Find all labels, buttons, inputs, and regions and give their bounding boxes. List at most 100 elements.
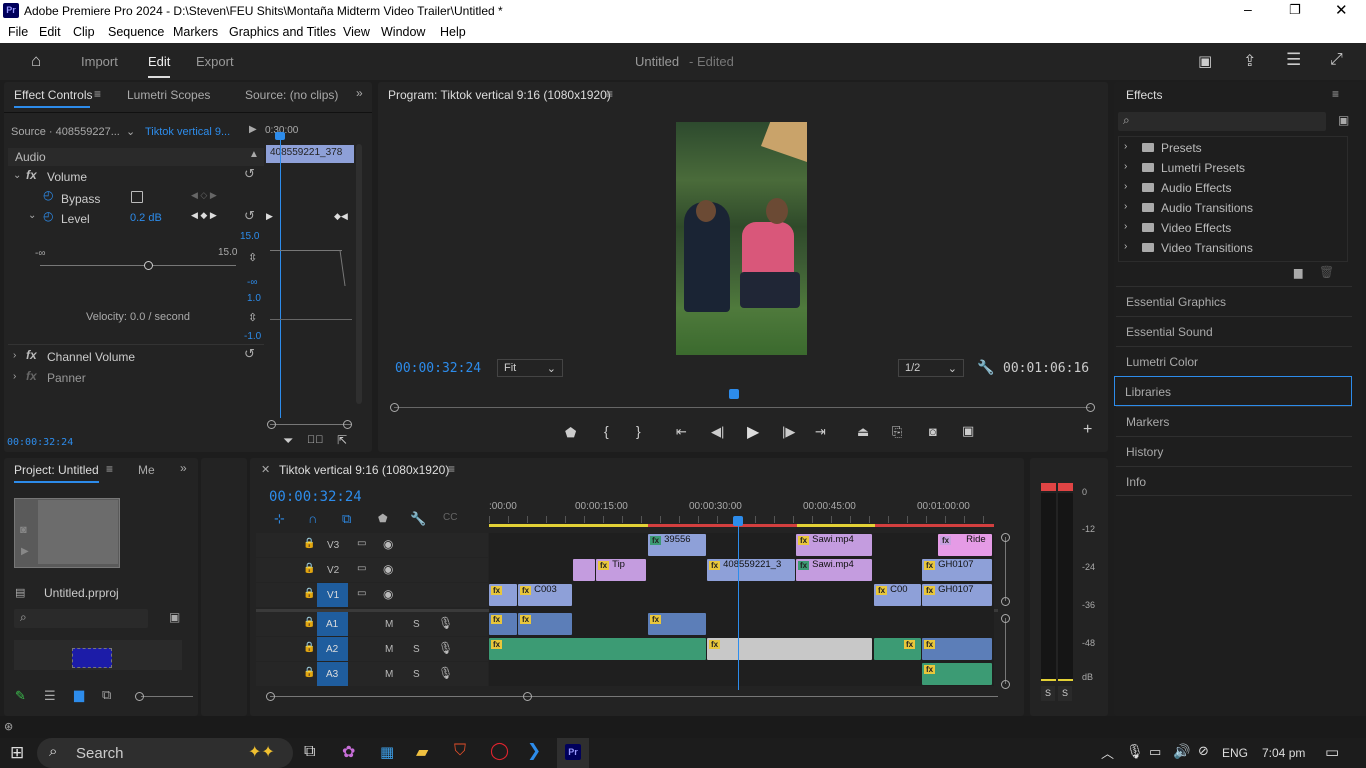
graph-toggle-icon[interactable]: ⇳ — [248, 251, 257, 264]
timeline-hscroll[interactable] — [270, 696, 998, 697]
expand-arrow-icon[interactable]: › — [1124, 241, 1127, 252]
graph-toggle-icon[interactable]: ⇳ — [248, 311, 257, 324]
play-audio-icon[interactable]: ▶⃒ — [307, 434, 324, 446]
clock[interactable]: 7:04 pm — [1262, 746, 1305, 760]
audio-clip-a1-1[interactable]: fx — [489, 613, 517, 635]
chevron-down-icon[interactable]: ⌄ — [126, 125, 135, 138]
scrubber-playhead[interactable] — [729, 389, 739, 399]
scroll-handle-left[interactable] — [267, 420, 276, 429]
solo-button[interactable]: S — [413, 669, 420, 680]
tab-import[interactable]: Import — [81, 54, 118, 69]
tab-media-browser[interactable]: Me — [138, 463, 155, 477]
new-bin-icon[interactable]: ▣ — [169, 610, 180, 624]
effects-folder-audio-transitions[interactable]: Audio Transitions — [1161, 201, 1253, 215]
scroll-handle-top[interactable] — [1001, 614, 1010, 623]
zoom-slider[interactable] — [141, 696, 193, 697]
eye-icon[interactable]: ◉ — [383, 562, 393, 576]
menu-help[interactable]: Help — [440, 25, 466, 39]
mute-button[interactable]: M — [385, 644, 393, 655]
menu-file[interactable]: File — [8, 25, 28, 39]
effects-search-input[interactable] — [1118, 112, 1326, 131]
lock-icon[interactable]: 🔒 — [303, 538, 315, 549]
panel-overflow-icon[interactable]: » — [356, 86, 363, 100]
clip-v1-gh0107[interactable]: fx GH0107 — [922, 584, 992, 606]
menu-graphics[interactable]: Graphics and Titles — [229, 25, 336, 39]
sequence-selector[interactable]: Tiktok vertical 9... — [145, 126, 230, 138]
track-label-a3[interactable]: A3 — [326, 669, 338, 680]
timeline-vscroll-audio[interactable] — [1005, 618, 1006, 684]
network-icon[interactable]: ▭ — [1149, 744, 1161, 760]
linked-selection-icon[interactable]: ⧉ — [342, 511, 351, 527]
menu-markers[interactable]: Markers — [173, 25, 218, 39]
sync-lock-icon[interactable]: ▭ — [357, 538, 366, 549]
eye-icon[interactable]: ◉ — [383, 537, 393, 551]
panel-libraries[interactable]: Libraries — [1114, 376, 1352, 406]
minimize-button[interactable]: – — [1244, 1, 1252, 17]
effects-folder-lumetri-presets[interactable]: Lumetri Presets — [1161, 161, 1245, 175]
expand-arrow-icon[interactable]: › — [13, 371, 16, 382]
scroll-handle-right[interactable] — [343, 420, 352, 429]
bypass-checkbox[interactable] — [131, 191, 143, 203]
notification-icon[interactable]: ▭ — [1325, 743, 1339, 761]
panel-overflow-icon[interactable]: » — [180, 461, 187, 475]
effects-title[interactable]: Effects — [1126, 88, 1162, 102]
eye-icon[interactable]: ◉ — [383, 587, 393, 601]
clip-v2-gh0107[interactable]: fx GH0107 — [922, 559, 992, 581]
mic-icon[interactable]: 🎙 — [438, 616, 453, 630]
expand-arrow-icon[interactable]: › — [1124, 201, 1127, 212]
menu-sequence[interactable]: Sequence — [108, 25, 164, 39]
share-icon[interactable]: ⇪ — [1243, 51, 1256, 71]
menu-view[interactable]: View — [343, 25, 370, 39]
panel-history[interactable]: History — [1116, 436, 1352, 466]
sequence-tab[interactable]: Tiktok vertical 9:16 (1080x1920) — [279, 463, 449, 477]
effects-folder-presets[interactable]: Presets — [1161, 141, 1202, 155]
scroll-handle-bottom[interactable] — [1001, 597, 1010, 606]
stopwatch-icon[interactable]: ◴ — [43, 188, 53, 202]
tab-effect-controls[interactable]: Effect Controls — [14, 88, 92, 102]
lock-icon[interactable]: 🔒 — [303, 563, 315, 574]
effects-folder-video-transitions[interactable]: Video Transitions — [1161, 241, 1253, 255]
lock-icon[interactable]: 🔒 — [303, 588, 315, 599]
expand-arrow-icon[interactable]: › — [1124, 141, 1127, 152]
panel-markers[interactable]: Markers — [1116, 406, 1352, 436]
status-icon[interactable]: ⊛ — [4, 720, 13, 733]
vscode-icon[interactable]: ❯ — [527, 741, 541, 761]
panel-essential-graphics[interactable]: Essential Graphics — [1116, 286, 1352, 316]
lock-icon[interactable]: 🔒 — [303, 617, 315, 628]
audio-clip-a2-2[interactable]: fx — [707, 638, 872, 660]
keyframe-nav-icon[interactable]: ◀ ◆ ▶ — [191, 210, 217, 221]
panel-essential-sound[interactable]: Essential Sound — [1116, 316, 1352, 346]
timeline-playhead[interactable] — [738, 524, 739, 690]
camera-icon[interactable]: ◙ — [929, 424, 937, 439]
battery-icon[interactable]: ⊘ — [1198, 743, 1209, 759]
trash-icon[interactable]: 🗑 — [1319, 265, 1334, 279]
mark-out-icon[interactable]: } — [636, 423, 641, 439]
clip-v1-a[interactable]: fx — [489, 584, 517, 606]
step-back-icon[interactable]: ◀| — [711, 424, 724, 440]
audio-clip-a2-4[interactable]: fx — [922, 638, 992, 660]
solo-left-button[interactable]: S — [1041, 686, 1055, 701]
expand-arrow-icon[interactable]: › — [1124, 181, 1127, 192]
clip-v3-sawi[interactable]: fx Sawi.mp4 — [796, 534, 872, 556]
project-search-input[interactable] — [14, 609, 148, 628]
panel-lumetri-color[interactable]: Lumetri Color — [1116, 346, 1352, 376]
reset-icon[interactable]: ↺ — [244, 346, 255, 362]
expand-arrow-icon[interactable]: ⌄ — [28, 210, 36, 221]
wrench-icon[interactable]: 🔧 — [977, 359, 994, 376]
panel-menu-icon[interactable]: ≡ — [106, 462, 113, 476]
expand-arrow-icon[interactable]: › — [1124, 161, 1127, 172]
menu-clip[interactable]: Clip — [73, 25, 95, 39]
clip-v1-c003[interactable]: fx C003 — [518, 584, 572, 606]
panel-menu-icon[interactable]: ≡ — [94, 87, 101, 101]
panel-info[interactable]: Info — [1116, 466, 1352, 496]
scrubber-track[interactable] — [394, 407, 1090, 408]
sync-lock-icon[interactable]: ▭ — [357, 563, 366, 574]
list-view-icon[interactable]: ☰ — [44, 688, 56, 704]
clip-v1-c00[interactable]: fx C00 — [874, 584, 921, 606]
filter-icon[interactable]: ⏷ — [283, 433, 293, 449]
tab-project[interactable]: Project: Untitled — [14, 463, 99, 477]
step-forward-icon[interactable]: |▶ — [782, 424, 795, 440]
store-icon[interactable]: ▦ — [380, 743, 394, 761]
level-slider-track[interactable] — [40, 265, 236, 266]
menu-edit[interactable]: Edit — [39, 25, 61, 39]
